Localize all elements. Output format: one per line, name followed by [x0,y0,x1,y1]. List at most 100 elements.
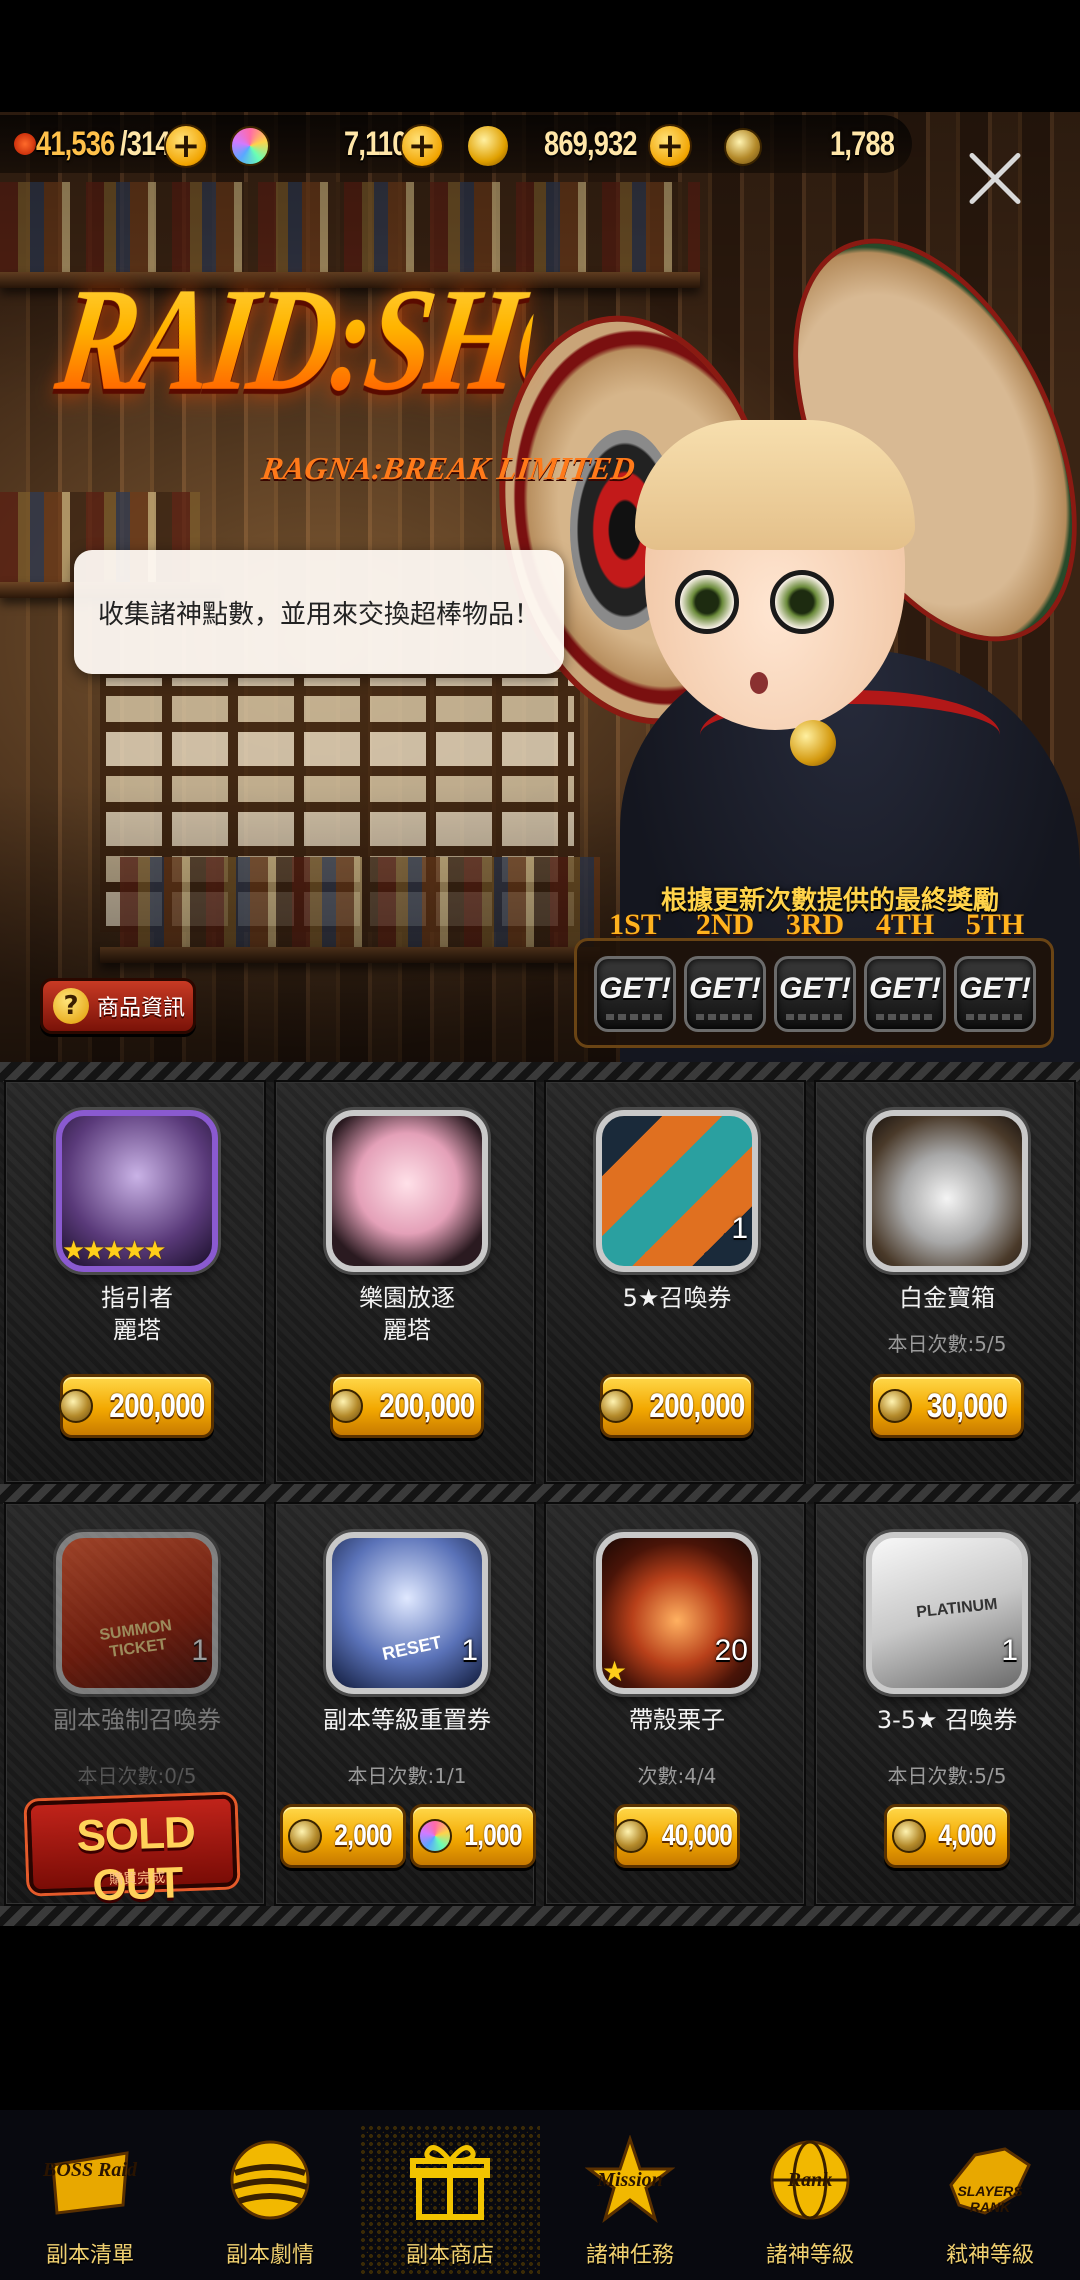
reward-progress-dots [876,1014,934,1020]
reset-ticket-icon: RESET 1 [326,1532,488,1694]
sold-out-stamp: SOLD OUT 購買完成 [26,1794,238,1910]
reward-3rd[interactable]: 3RD GET! [774,908,856,1036]
reward-rank: 4TH [875,908,935,941]
stamina-icon [14,133,36,155]
shop-item-paradise-rita[interactable]: 樂園放逐 麗塔 200,000 [274,1080,536,1484]
reset-art-text: RESET [380,1631,444,1665]
stamina-display: 41,536 /314 [14,122,182,166]
item-count: 1 [1001,1634,1018,1667]
ticket-art-text: SUMMON TICKET [98,1617,173,1661]
reward-get-label: GET! [869,972,941,1005]
nav-label: 副本清單 [45,2243,134,2268]
status-bar [0,0,1080,112]
raid-point-display: 1,788 [830,122,910,166]
item-name: 白金寶箱 [899,1284,995,1312]
chestnut-icon: ★ 20 [596,1532,758,1694]
item-name: 副本等級重置券 [323,1706,491,1734]
nav-slayers-rank[interactable]: SLAYERS RANK 弒神等級 [900,2125,1080,2275]
add-gold-button[interactable]: + [650,126,690,166]
item-name: 副本強制召喚券 [53,1706,221,1734]
item-name: 樂園放逐 麗塔 [276,1282,538,1346]
reward-rank: 2ND [695,908,755,941]
shop-item-3-5star-summon[interactable]: PLATINUM 1 3-5★ 召喚券 本日次數:5/5 4,000 [814,1502,1076,1906]
reward-progress-dots [786,1014,844,1020]
reward-1st[interactable]: 1ST GET! [594,908,676,1036]
shop-item-chestnut[interactable]: ★ 20 帶殼栗子 次數:4/4 40,000 [544,1502,806,1906]
character-mouth [750,672,768,694]
nav-icon-text: BOSS Raid [43,2159,137,2181]
reward-5th[interactable]: 5TH GET! [954,908,1036,1036]
add-stamina-button[interactable]: + [166,126,206,166]
raid-point-value: 1,788 [830,124,895,163]
bell-icon [790,720,836,766]
raid-point-icon [59,1389,94,1423]
gem-icon [417,1819,452,1853]
shop-item-raid-level-reset[interactable]: RESET 1 副本等級重置券 本日次數:1/1 2,000 1,000 [274,1502,536,1906]
nav-label: 諸神任務 [585,2243,674,2268]
nav-label: 諸神等級 [765,2243,854,2268]
daily-limit: 本日次數:0/5 [77,1764,197,1788]
item-name-line1: 指引者 [101,1284,173,1312]
nav-raid-story[interactable]: 副本劇情 [180,2125,360,2275]
buy-button[interactable]: 40,000 [614,1804,740,1868]
raid-point-icon [878,1389,912,1423]
shop-item-platinum-chest[interactable]: 白金寶箱 本日次數:5/5 30,000 [814,1080,1076,1484]
price-value: 4,000 [938,1819,996,1852]
buy-button[interactable]: 200,000 [59,1374,214,1438]
divider-stripe [0,1062,1080,1082]
nav-god-rank[interactable]: Rank 諸神等級 [720,2125,900,2275]
buy-button[interactable]: 200,000 [329,1374,484,1438]
stamina-max: /314 [120,124,171,163]
reward-get-label: GET! [689,972,761,1005]
reward-2nd[interactable]: 2ND GET! [684,908,766,1036]
reward-get-label: GET! [959,972,1031,1005]
summon-ticket-icon: SUMMON TICKET 1 [56,1532,218,1694]
buy-button[interactable]: 200,000 [599,1374,754,1438]
price-value: 1,000 [464,1819,522,1852]
product-info-label: 商品資訊 [97,996,186,1021]
sold-out-label: SOLD OUT [75,1807,196,1911]
price-value: 200,000 [649,1386,745,1425]
treasure-chest-icon [866,1110,1028,1272]
raid-point-icon [329,1389,364,1423]
buy-with-points-button[interactable]: 2,000 [280,1804,406,1868]
nav-god-missions[interactable]: Mission 諸神任務 [540,2125,720,2275]
nav-raid-list[interactable]: BOSS Raid 副本清單 [0,2125,180,2275]
rarity-stars: ★ [602,1655,627,1688]
speech-bubble-text: 收集諸神點數，並用來交換超棒物品！ [98,600,541,630]
close-button[interactable] [964,148,1026,210]
nav-icon-text: Rank [787,2169,833,2191]
item-name: 3-5★ 召喚券 [876,1706,1018,1734]
shop-item-5star-summon-ticket[interactable]: 1 5★召喚券 200,000 [544,1080,806,1484]
buy-with-gems-button[interactable]: 1,000 [410,1804,536,1868]
price-value: 200,000 [379,1386,475,1425]
nav-icon-text: Mission [597,2169,663,2191]
nav-label: 副本劇情 [225,2243,314,2268]
item-name: 5★召喚券 [622,1284,732,1312]
daily-limit: 本日次數:5/5 [887,1764,1007,1788]
item-name-line1: 樂園放逐 [359,1284,455,1312]
gold-coin-icon [468,126,508,166]
reward-rank: 3RD [785,908,845,941]
character-portrait-icon [326,1110,488,1272]
summon-ticket-icon: 1 [596,1110,758,1272]
gold-display: 869,932 [544,122,660,166]
buy-button[interactable]: 30,000 [870,1374,1024,1438]
nav-raid-shop[interactable]: 副本商店 [360,2125,540,2275]
story-orb-icon [230,2140,310,2220]
platinum-card-icon: PLATINUM 1 [866,1532,1028,1694]
gem-icon [230,126,270,166]
rarity-stars: ★★★★★ [62,1236,167,1266]
raid-point-icon [599,1389,634,1423]
reward-4th[interactable]: 4TH GET! [864,908,946,1036]
card-art-text: PLATINUM [915,1595,999,1622]
raid-point-icon [724,128,762,166]
price-value: 30,000 [926,1386,1008,1425]
shop-item-guide-rita[interactable]: ★★★★★ 指引者 麗塔 200,000 [4,1080,266,1484]
product-info-button[interactable]: ? 商品資訊 [40,978,196,1034]
add-gems-button[interactable]: + [402,126,442,166]
reward-rank: 5TH [965,908,1025,941]
raid-shop-logo-subtitle: RAGNA:BREAK LIMITED [259,450,638,486]
nav-icon-text: SLAYERS RANK [957,2183,1023,2215]
buy-button[interactable]: 4,000 [884,1804,1010,1868]
